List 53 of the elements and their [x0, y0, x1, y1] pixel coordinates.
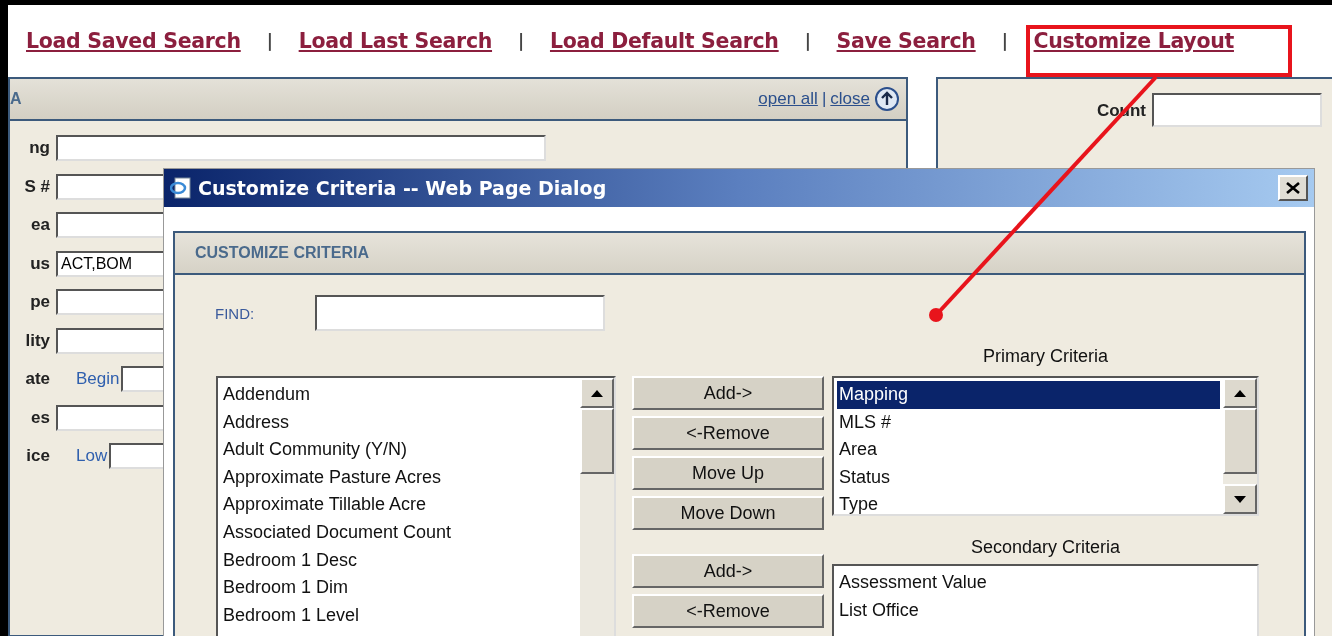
list-item[interactable]: Status — [837, 463, 1220, 492]
nav-link[interactable]: Load Saved Search — [26, 29, 241, 53]
panel-title: A — [10, 90, 22, 108]
list-box[interactable]: Assessment Value List Office — [832, 564, 1259, 636]
close-link[interactable]: close — [830, 89, 870, 109]
field-label: S # — [23, 176, 50, 197]
nav-link[interactable]: Load Default Search — [549, 29, 779, 53]
list-item[interactable]: Address — [221, 408, 577, 437]
separator-text: | — [804, 31, 811, 51]
separator-text: | — [821, 89, 827, 109]
list-box[interactable]: Mapping MLS # Area Status Type — [832, 376, 1259, 516]
field-label: ea — [30, 215, 50, 236]
field-sublabel: Begin — [76, 369, 120, 390]
list-heading: Primary Criteria — [982, 345, 1109, 368]
list-item[interactable]: Bedroom 1 Dim — [221, 574, 577, 602]
dialog-title: Customize Criteria -- Web Page Dialog — [198, 177, 608, 199]
field-label: ng — [28, 138, 50, 159]
separator-text: | — [1001, 31, 1008, 51]
list-item[interactable]: Area — [837, 436, 1220, 464]
open-all-link[interactable]: open all — [758, 89, 818, 109]
action-button[interactable]: Move Down — [632, 496, 824, 530]
list-heading: Secondary Criteria — [969, 536, 1122, 559]
list-item[interactable]: Adult Community (Y/N) — [221, 436, 577, 464]
field-label: pe — [29, 292, 50, 313]
field-label: us — [29, 253, 50, 274]
list-item[interactable]: Assessment Value — [837, 569, 1254, 597]
field-label: ice — [25, 446, 50, 467]
action-button[interactable]: Move Up — [632, 456, 824, 490]
separator-text: | — [518, 31, 524, 51]
field-sublabel: Low — [76, 446, 108, 467]
list-item[interactable]: Approximate Pasture Acres — [221, 463, 577, 492]
list-box[interactable]: Addendum Address Adult Community (Y/N) Approximate Pasture Acres Approximate Tillable Acre Associated Document Count Bedroom 1 Desc Bedroom 1 Dim Bedroom 1 Level — [216, 376, 616, 636]
nav-link[interactable]: Save Search — [836, 29, 976, 53]
action-button[interactable]: Add-> — [632, 554, 824, 588]
list-item[interactable]: Addendum — [221, 381, 577, 409]
action-button[interactable]: <-Remove — [632, 416, 824, 450]
list-item[interactable]: Associated Document Count — [221, 518, 577, 547]
list-item[interactable]: Bedroom 1 Level — [221, 601, 577, 630]
list-item[interactable]: List Office — [837, 596, 1254, 625]
list-item[interactable]: Bedroom 1 Desc — [221, 546, 577, 575]
field-label: lity — [24, 330, 50, 351]
field-label: ate — [24, 369, 50, 390]
field-label: es — [30, 407, 50, 428]
list-item[interactable]: Type — [837, 491, 1220, 519]
nav-link[interactable]: Load Last Search — [298, 29, 493, 53]
list-item[interactable]: MLS # — [837, 408, 1220, 437]
action-button[interactable]: <-Remove — [632, 594, 824, 628]
panel-header: CUSTOMIZE CRITERIA — [175, 233, 1304, 275]
action-button[interactable]: Add-> — [632, 376, 824, 410]
list-item[interactable]: Mapping — [837, 381, 1220, 409]
separator-text: | — [266, 31, 273, 51]
list-item[interactable]: Approximate Tillable Acre — [221, 491, 577, 519]
find-label: FIND: — [215, 304, 256, 322]
